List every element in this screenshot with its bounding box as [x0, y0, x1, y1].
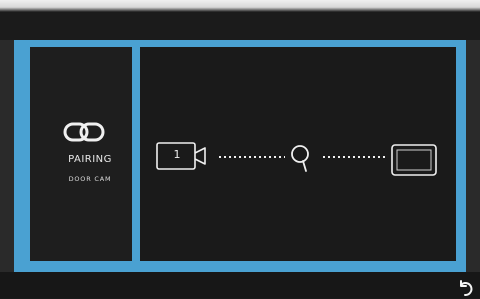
- connection-dots-right: [323, 156, 387, 158]
- search-icon: [291, 145, 309, 172]
- screen-glare: [0, 0, 480, 12]
- device-screen: PAIRING DOOR CAM 1: [0, 0, 480, 298]
- pairing-title: PAIRING: [68, 154, 112, 165]
- pairing-subtitle: DOOR CAM: [68, 175, 112, 183]
- back-icon[interactable]: [455, 279, 475, 299]
- bottom-bar: [0, 272, 480, 298]
- link-icon: [63, 122, 105, 142]
- top-bar: [0, 0, 480, 40]
- connection-dots-left: [219, 156, 285, 158]
- camera-number: 1: [173, 148, 181, 161]
- monitor-icon: [391, 144, 437, 176]
